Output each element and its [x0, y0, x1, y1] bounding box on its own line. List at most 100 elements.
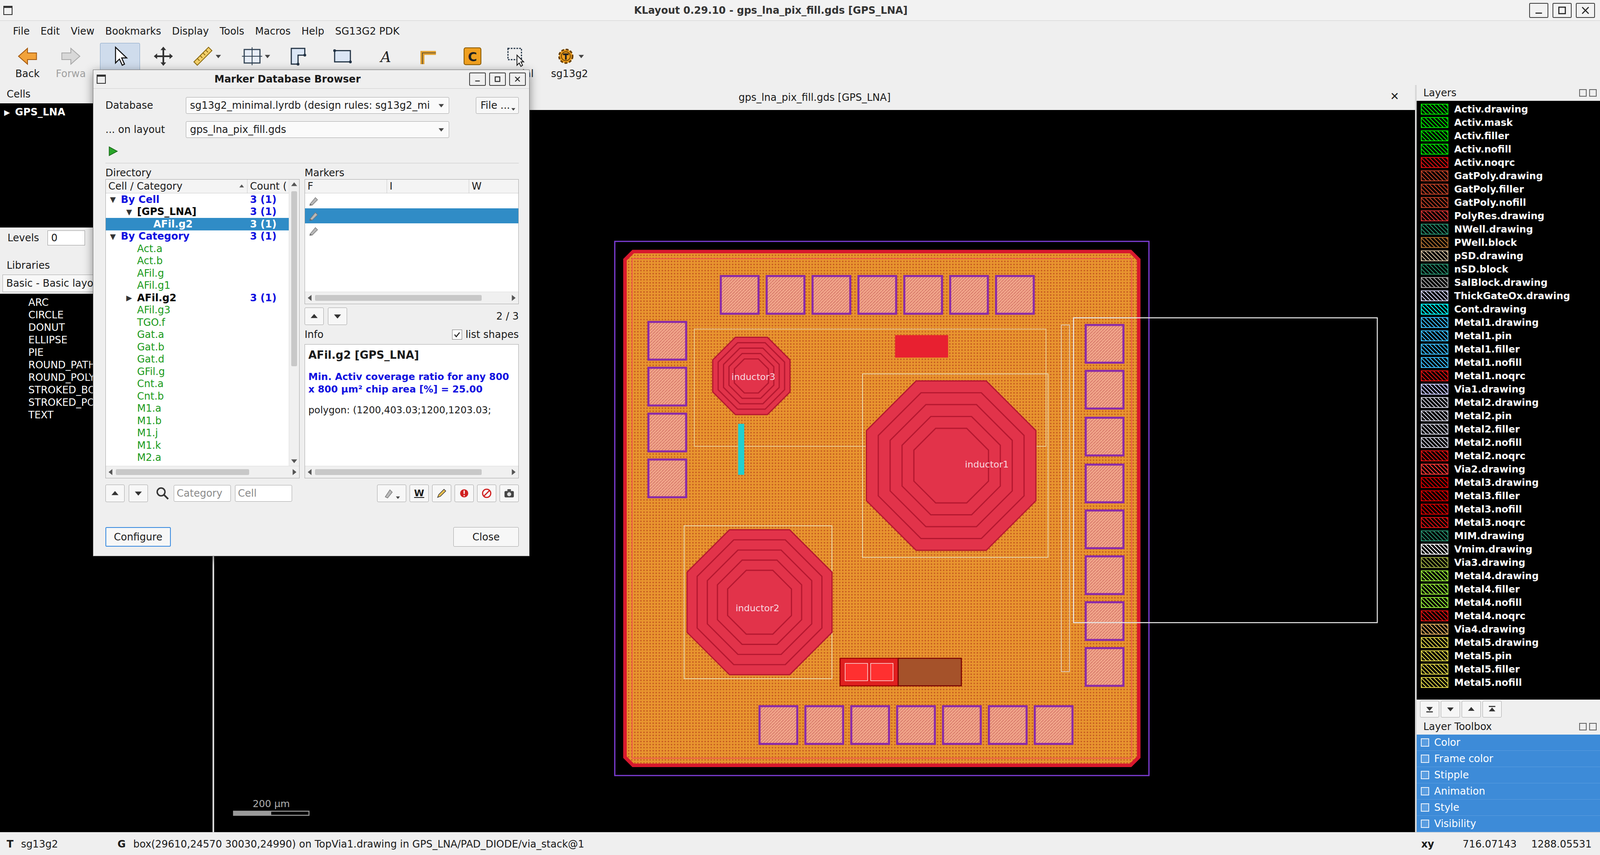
next-marker-button[interactable]	[327, 307, 348, 325]
layer-item[interactable]: Activ.drawing	[1416, 102, 1600, 116]
layer-item[interactable]: pSD.drawing	[1416, 249, 1600, 263]
layer-item[interactable]: Metal4.noqrc	[1416, 609, 1600, 623]
tree-row[interactable]: ▼[GPS_LNA]3 (1)	[105, 205, 289, 219]
view-close-button[interactable]: ✕	[1390, 90, 1400, 103]
database-combo[interactable]: sg13g2_minimal.lyrdb (design rules: sg13…	[185, 97, 450, 114]
levels-input[interactable]: 0	[47, 230, 85, 246]
layer-item[interactable]: GatPoly.nofill	[1416, 195, 1600, 210]
layer-item[interactable]: Metal2.nofill	[1416, 435, 1600, 450]
tree-row[interactable]: ▼By Category3 (1)	[105, 230, 289, 243]
category-filter[interactable]	[173, 485, 231, 502]
toolbox-item[interactable]: Color	[1416, 734, 1600, 751]
minimize-button[interactable]	[1529, 2, 1549, 18]
layer-item[interactable]: Metal1.drawing	[1416, 315, 1600, 330]
layer-item[interactable]: Metal1.pin	[1416, 329, 1600, 343]
close-dialog-button[interactable]	[509, 72, 526, 86]
layer-item[interactable]: Metal1.nofill	[1416, 355, 1600, 370]
layer-item[interactable]: Metal1.noqrc	[1416, 369, 1600, 383]
layer-item[interactable]: Cont.drawing	[1416, 302, 1600, 316]
layer-item[interactable]: Vmim.drawing	[1416, 542, 1600, 556]
horizontal-scrollbar[interactable]	[105, 465, 300, 478]
marker-row[interactable]	[305, 223, 519, 239]
vertical-scrollbar[interactable]	[288, 179, 300, 466]
cell-filter[interactable]	[235, 485, 293, 502]
toolbox-item[interactable]: Animation	[1416, 783, 1600, 800]
tree-row[interactable]: M1.a	[105, 402, 289, 415]
layout-combo[interactable]: gps_lna_pix_fill.gds	[185, 121, 450, 138]
toolbox-item[interactable]: Style	[1416, 799, 1600, 816]
marker-row[interactable]	[305, 193, 519, 209]
horizontal-scrollbar[interactable]	[305, 291, 519, 304]
next-button[interactable]	[128, 484, 148, 503]
menu-item[interactable]: Bookmarks	[100, 25, 167, 38]
move-up-button[interactable]	[1461, 700, 1481, 718]
layer-item[interactable]: Metal4.nofill	[1416, 595, 1600, 610]
float-icon[interactable]	[1579, 722, 1587, 731]
run-button[interactable]	[105, 143, 121, 159]
menu-item[interactable]: Help	[295, 25, 330, 38]
layer-item[interactable]: Activ.mask	[1416, 115, 1600, 130]
marker-row[interactable]	[305, 208, 519, 224]
expand-arrow[interactable]: ▼	[126, 207, 138, 217]
layer-item[interactable]: Activ.nofill	[1416, 142, 1600, 156]
previous-marker-button[interactable]	[304, 307, 324, 325]
layer-item[interactable]: Metal4.filler	[1416, 582, 1600, 596]
maximize-button[interactable]	[489, 72, 506, 86]
tree-row[interactable]: M1.b	[105, 414, 289, 428]
layer-item[interactable]: Metal4.drawing	[1416, 569, 1600, 583]
toolbox-item[interactable]: Visibility	[1416, 815, 1600, 833]
layer-item[interactable]: Metal2.filler	[1416, 422, 1600, 436]
layer-item[interactable]: GatPoly.drawing	[1416, 169, 1600, 183]
important-button[interactable]	[454, 484, 474, 503]
checkbox[interactable]	[1420, 738, 1430, 747]
layer-item[interactable]: Activ.filler	[1416, 129, 1600, 143]
layer-item[interactable]: Via3.drawing	[1416, 555, 1600, 570]
layer-item[interactable]: PWell.block	[1416, 235, 1600, 250]
horizontal-scrollbar[interactable]	[305, 465, 519, 478]
move-bottom-button[interactable]	[1420, 700, 1440, 718]
menu-item[interactable]: Display	[166, 25, 215, 38]
tree-row[interactable]: M1.k	[105, 439, 289, 452]
column-header[interactable]: F	[305, 179, 388, 193]
layer-item[interactable]: Via2.drawing	[1416, 462, 1600, 476]
layer-item[interactable]: Metal5.drawing	[1416, 635, 1600, 650]
list-shapes-checkbox[interactable]: list shapes	[452, 328, 519, 341]
tree-row[interactable]: Cnt.b	[105, 390, 289, 403]
close-panel-icon[interactable]	[1589, 89, 1597, 97]
tree-row[interactable]: Gat.d	[105, 353, 289, 366]
previous-button[interactable]	[105, 484, 125, 503]
forward-tool[interactable]: Forwa	[50, 42, 91, 83]
menu-item[interactable]: View	[65, 25, 100, 38]
toolbox-item[interactable]: Frame color	[1416, 750, 1600, 768]
checkbox[interactable]	[1420, 770, 1430, 780]
back-tool[interactable]: Back	[7, 42, 48, 83]
layer-item[interactable]: Metal2.pin	[1416, 409, 1600, 423]
column-header[interactable]: Cell / Category	[105, 179, 248, 193]
move-top-button[interactable]	[1482, 700, 1502, 718]
layer-item[interactable]: GatPoly.filler	[1416, 182, 1600, 196]
minimize-button[interactable]	[469, 72, 486, 86]
tree-row[interactable]: Gat.a	[105, 328, 289, 342]
tree-row[interactable]: Act.b	[105, 255, 289, 268]
edit-button[interactable]	[432, 484, 452, 503]
tree-row[interactable]: AFil.g3	[105, 304, 289, 317]
tree-row[interactable]: ▼By Cell3 (1)	[105, 193, 289, 206]
flag-button[interactable]	[377, 484, 407, 503]
layer-item[interactable]: NWell.drawing	[1416, 222, 1600, 236]
tree-row[interactable]: ▶AFil.g23 (1)	[105, 291, 289, 305]
tree-row[interactable]: Gat.b	[105, 340, 289, 354]
layer-item[interactable]: SalBlock.drawing	[1416, 275, 1600, 290]
close-button[interactable]: Close	[453, 527, 519, 547]
waive-button[interactable]: W	[409, 484, 429, 503]
layer-item[interactable]: Metal3.drawing	[1416, 475, 1600, 490]
layer-item[interactable]: MIM.drawing	[1416, 529, 1600, 543]
file-button[interactable]: File ...	[475, 97, 519, 114]
layer-item[interactable]: Metal5.nofill	[1416, 675, 1600, 690]
tree-row[interactable]: AFil.g1	[105, 279, 289, 293]
close-panel-icon[interactable]	[1589, 722, 1597, 731]
layer-item[interactable]: PolyRes.drawing	[1416, 209, 1600, 223]
layer-item[interactable]: Metal2.drawing	[1416, 395, 1600, 410]
menu-item[interactable]: Macros	[249, 25, 296, 38]
checkbox[interactable]	[1420, 754, 1430, 763]
checkbox[interactable]	[1420, 787, 1430, 796]
